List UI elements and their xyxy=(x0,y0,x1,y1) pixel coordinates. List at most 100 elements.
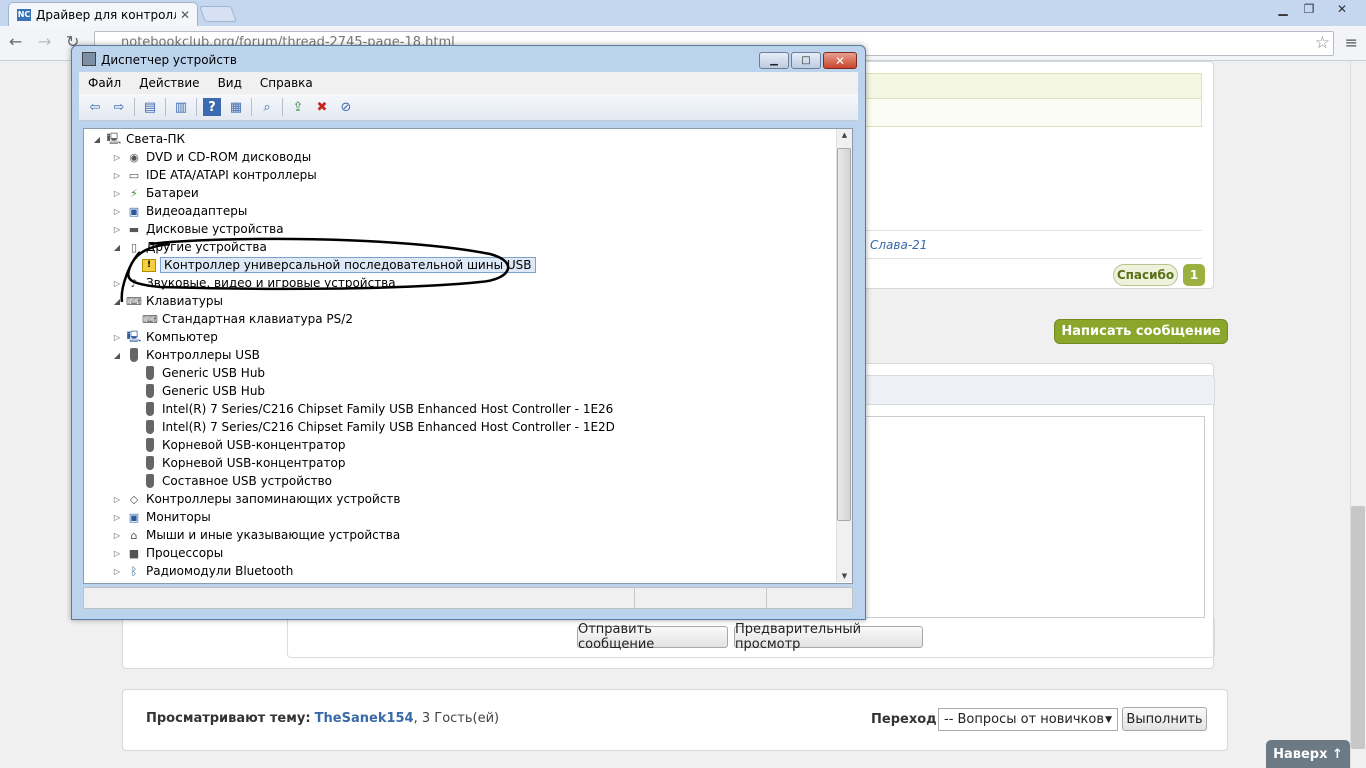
to-top-button[interactable]: Наверх ↑ xyxy=(1266,740,1350,768)
usb-device-icon xyxy=(142,438,158,452)
tree-item-batteries[interactable]: ▷ ⚡ Батареи xyxy=(112,184,199,202)
forward-arrow-icon[interactable]: ⇨ xyxy=(110,98,128,116)
dvd-drive-icon: ◉ xyxy=(129,150,139,164)
tree-item-monitors[interactable]: ▷ ▣ Мониторы xyxy=(112,508,211,526)
write-message-button[interactable]: Написать сообщение xyxy=(1054,319,1228,344)
dropdown-arrow-icon: ▼ xyxy=(1105,714,1112,725)
expand-arrow-icon[interactable]: ▷ xyxy=(112,567,122,576)
new-tab-button[interactable] xyxy=(199,6,237,22)
properties-icon[interactable]: ▥ xyxy=(172,98,190,116)
bluetooth-icon: ᛒ xyxy=(130,564,138,578)
site-favicon-icon: NC xyxy=(17,8,31,21)
post-author-link[interactable]: Слава-21 xyxy=(870,238,927,252)
collapse-arrow-icon[interactable]: ◢ xyxy=(112,351,122,360)
toolbar-separator xyxy=(134,98,135,116)
tree-item-label: Generic USB Hub xyxy=(162,366,266,380)
expand-arrow-icon[interactable]: ▷ xyxy=(112,549,122,558)
tree-item-root-hub-2[interactable]: Корневой USB-концентратор xyxy=(142,454,345,472)
tree-item-storage-controllers[interactable]: ▷ ◇ Контроллеры запоминающих устройств xyxy=(112,490,401,508)
bookmark-star-icon[interactable]: ☆ xyxy=(1315,33,1330,53)
tree-item-label: DVD и CD-ROM дисководы xyxy=(146,150,312,164)
close-icon[interactable]: ✕ xyxy=(1322,0,1362,18)
tree-item-mice[interactable]: ▷ ⌂ Мыши и иные указывающие устройства xyxy=(112,526,400,544)
dm-minimize-icon[interactable]: ▁ xyxy=(759,52,789,69)
tree-item-bluetooth[interactable]: ▷ ᛒ Радиомодули Bluetooth xyxy=(112,562,293,580)
tree-item-intel-1e26[interactable]: Intel(R) 7 Series/C216 Chipset Family US… xyxy=(142,400,613,418)
jump-select[interactable]: -- Вопросы от новичков ▼ xyxy=(938,708,1118,731)
back-icon[interactable]: ← xyxy=(9,32,22,51)
expand-arrow-icon[interactable]: ▷ xyxy=(112,189,122,198)
viewing-user-link[interactable]: TheSanek154 xyxy=(315,711,414,726)
preview-button[interactable]: Предварительный просмотр xyxy=(734,622,923,652)
tree-item-usb-hub-1[interactable]: Generic USB Hub xyxy=(142,364,265,382)
jump-select-value: -- Вопросы от новичков xyxy=(944,712,1105,727)
go-button[interactable]: Выполнить xyxy=(1122,707,1207,731)
tree-item-video[interactable]: ▷ ▣ Видеоадаптеры xyxy=(112,202,247,220)
divider xyxy=(850,230,1202,231)
tree-item-intel-1e2d[interactable]: Intel(R) 7 Series/C216 Chipset Family US… xyxy=(142,418,615,436)
tab-close-icon[interactable]: ✕ xyxy=(180,8,190,22)
dm-maximize-icon[interactable]: □ xyxy=(791,52,821,69)
view-icon[interactable]: ▦ xyxy=(227,98,245,116)
tree-scrollbar-thumb[interactable] xyxy=(837,148,851,521)
mouse-icon: ⌂ xyxy=(130,528,138,542)
expand-arrow-icon[interactable]: ▷ xyxy=(112,333,122,342)
hand-drawn-circle-annotation xyxy=(120,237,510,303)
divider xyxy=(850,258,1202,259)
tree-root[interactable]: ◢ 🖳 Света-ПК xyxy=(92,130,185,148)
restore-icon[interactable]: ❐ xyxy=(1296,0,1322,18)
tree-item-label: Составное USB устройство xyxy=(162,474,333,488)
usb-device-icon xyxy=(142,420,158,434)
expand-arrow-icon[interactable]: ▷ xyxy=(112,207,122,216)
status-segment xyxy=(635,588,767,608)
scroll-down-icon[interactable]: ▼ xyxy=(837,572,852,580)
tab-title: Драйвер для контроллер xyxy=(36,7,176,22)
disable-icon[interactable]: ⊘ xyxy=(337,98,355,116)
expand-arrow-icon[interactable]: ▷ xyxy=(112,531,122,540)
tree-item-label: Батареи xyxy=(146,186,199,200)
tree-item-composite-usb[interactable]: Составное USB устройство xyxy=(142,472,332,490)
expand-arrow-icon[interactable]: ▷ xyxy=(112,153,122,162)
usb-device-icon xyxy=(142,456,158,470)
menu-action[interactable]: Действие xyxy=(130,76,208,90)
browser-tab[interactable]: NC Драйвер для контроллер ✕ xyxy=(8,2,198,26)
scroll-up-icon[interactable]: ▲ xyxy=(837,131,852,139)
dm-close-icon[interactable]: ✕ xyxy=(823,52,857,69)
toolbar-separator xyxy=(251,98,252,116)
expand-arrow-icon[interactable]: ▷ xyxy=(112,495,122,504)
minimize-icon[interactable]: ▁ xyxy=(1270,0,1296,18)
tree-root-label: Света-ПК xyxy=(126,132,186,146)
page-scrollbar-thumb[interactable] xyxy=(1351,506,1365,749)
usb-icon xyxy=(126,348,142,362)
thanks-button[interactable]: Спасибо xyxy=(1113,264,1178,286)
browser-menu-icon[interactable]: ≡ xyxy=(1345,33,1358,52)
tree-item-usb-controllers[interactable]: ◢ Контроллеры USB xyxy=(112,346,260,364)
thanks-count-badge: 1 xyxy=(1183,264,1205,286)
menu-view[interactable]: Вид xyxy=(209,76,251,90)
menu-help[interactable]: Справка xyxy=(251,76,322,90)
forward-icon[interactable]: → xyxy=(38,32,51,51)
scan-hardware-icon[interactable]: ⌕ xyxy=(258,98,276,116)
tree-item-label: Intel(R) 7 Series/C216 Chipset Family US… xyxy=(162,402,614,416)
tree-item-dvd[interactable]: ▷ ◉ DVD и CD-ROM дисководы xyxy=(112,148,311,166)
ide-controller-icon: ▭ xyxy=(128,168,140,182)
help-icon[interactable]: ? xyxy=(203,98,221,116)
tree-item-label: Видеоадаптеры xyxy=(146,204,248,218)
back-arrow-icon[interactable]: ⇦ xyxy=(86,98,104,116)
send-message-button[interactable]: Отправить сообщение xyxy=(577,622,728,652)
usb-device-icon xyxy=(142,402,158,416)
show-hide-tree-icon[interactable]: ▤ xyxy=(141,98,159,116)
collapse-arrow-icon[interactable]: ◢ xyxy=(92,135,102,144)
tree-item-usb-hub-2[interactable]: Generic USB Hub xyxy=(142,382,265,400)
display-adapter-icon: ▣ xyxy=(128,204,140,218)
expand-arrow-icon[interactable]: ▷ xyxy=(112,513,122,522)
tree-item-label: Радиомодули Bluetooth xyxy=(146,564,294,578)
tree-item-ide[interactable]: ▷ ▭ IDE ATA/ATAPI контроллеры xyxy=(112,166,317,184)
computer-icon: 🖳 xyxy=(126,329,142,343)
expand-arrow-icon[interactable]: ▷ xyxy=(112,171,122,180)
menu-file[interactable]: Файл xyxy=(79,76,130,90)
uninstall-icon[interactable]: ✖ xyxy=(313,98,331,116)
tree-item-processors[interactable]: ▷ ■ Процессоры xyxy=(112,544,223,562)
tree-item-root-hub-1[interactable]: Корневой USB-концентратор xyxy=(142,436,345,454)
update-driver-icon[interactable]: ⇪ xyxy=(289,98,307,116)
